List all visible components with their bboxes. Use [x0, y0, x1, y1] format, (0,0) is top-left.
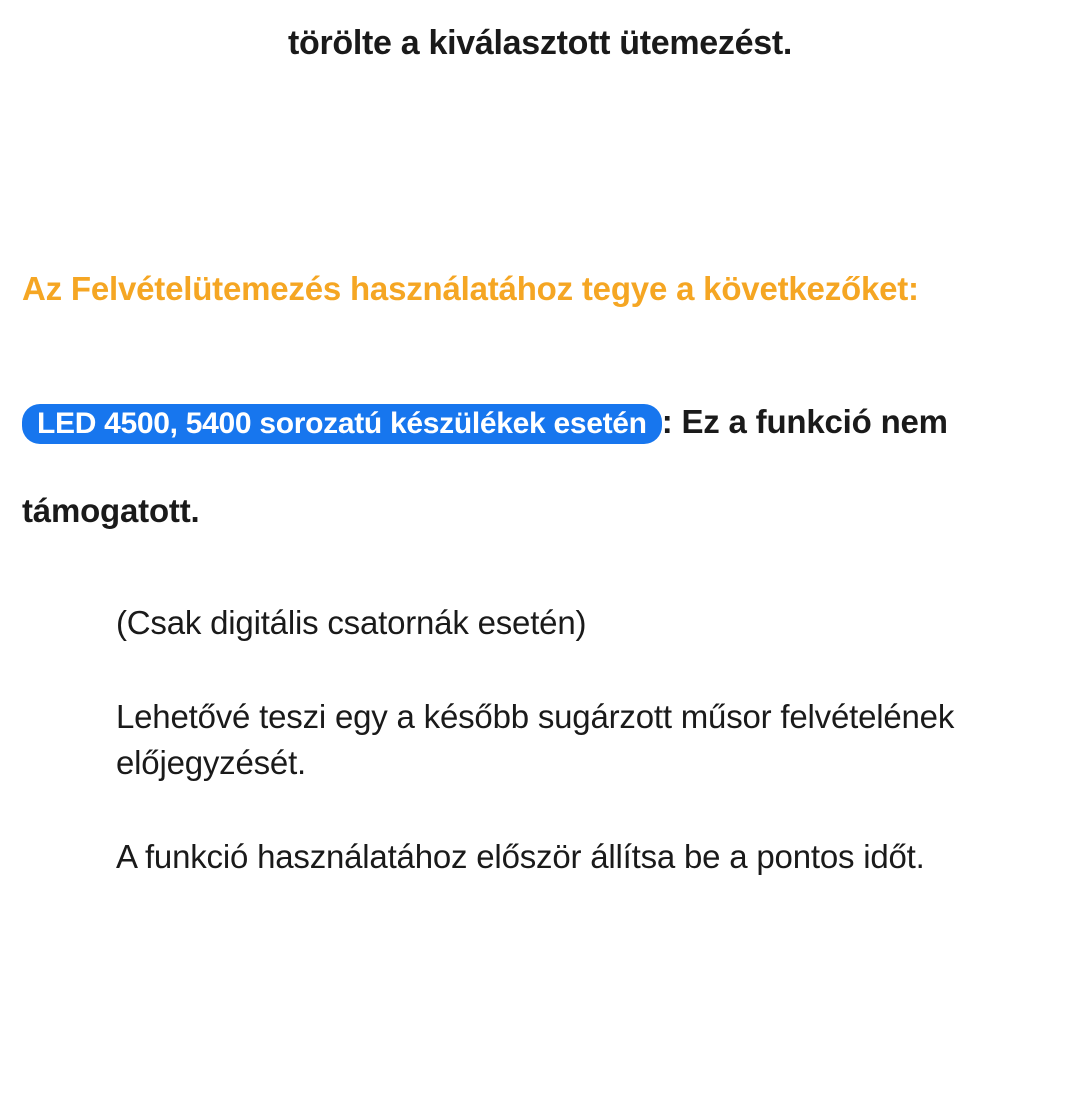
indented-line-2: Lehetővé teszi egy a később sugárzott mű… [116, 694, 1038, 786]
device-series-pill: LED 4500, 5400 sorozatú készülékek eseté… [22, 404, 662, 444]
main-paragraph: LED 4500, 5400 sorozatú készülékek eseté… [22, 377, 1058, 555]
indented-line-3: A funkció használatához először állítsa … [116, 834, 1038, 880]
indented-line-1: (Csak digitális csatornák esetén) [116, 600, 1038, 646]
indented-paragraphs: (Csak digitális csatornák esetén) Lehető… [22, 600, 1058, 881]
continuation-text: törölte a kiválasztott ütemezést. [22, 24, 1058, 63]
section-heading: Az Felvételütemezés használatához tegye … [22, 243, 1058, 335]
